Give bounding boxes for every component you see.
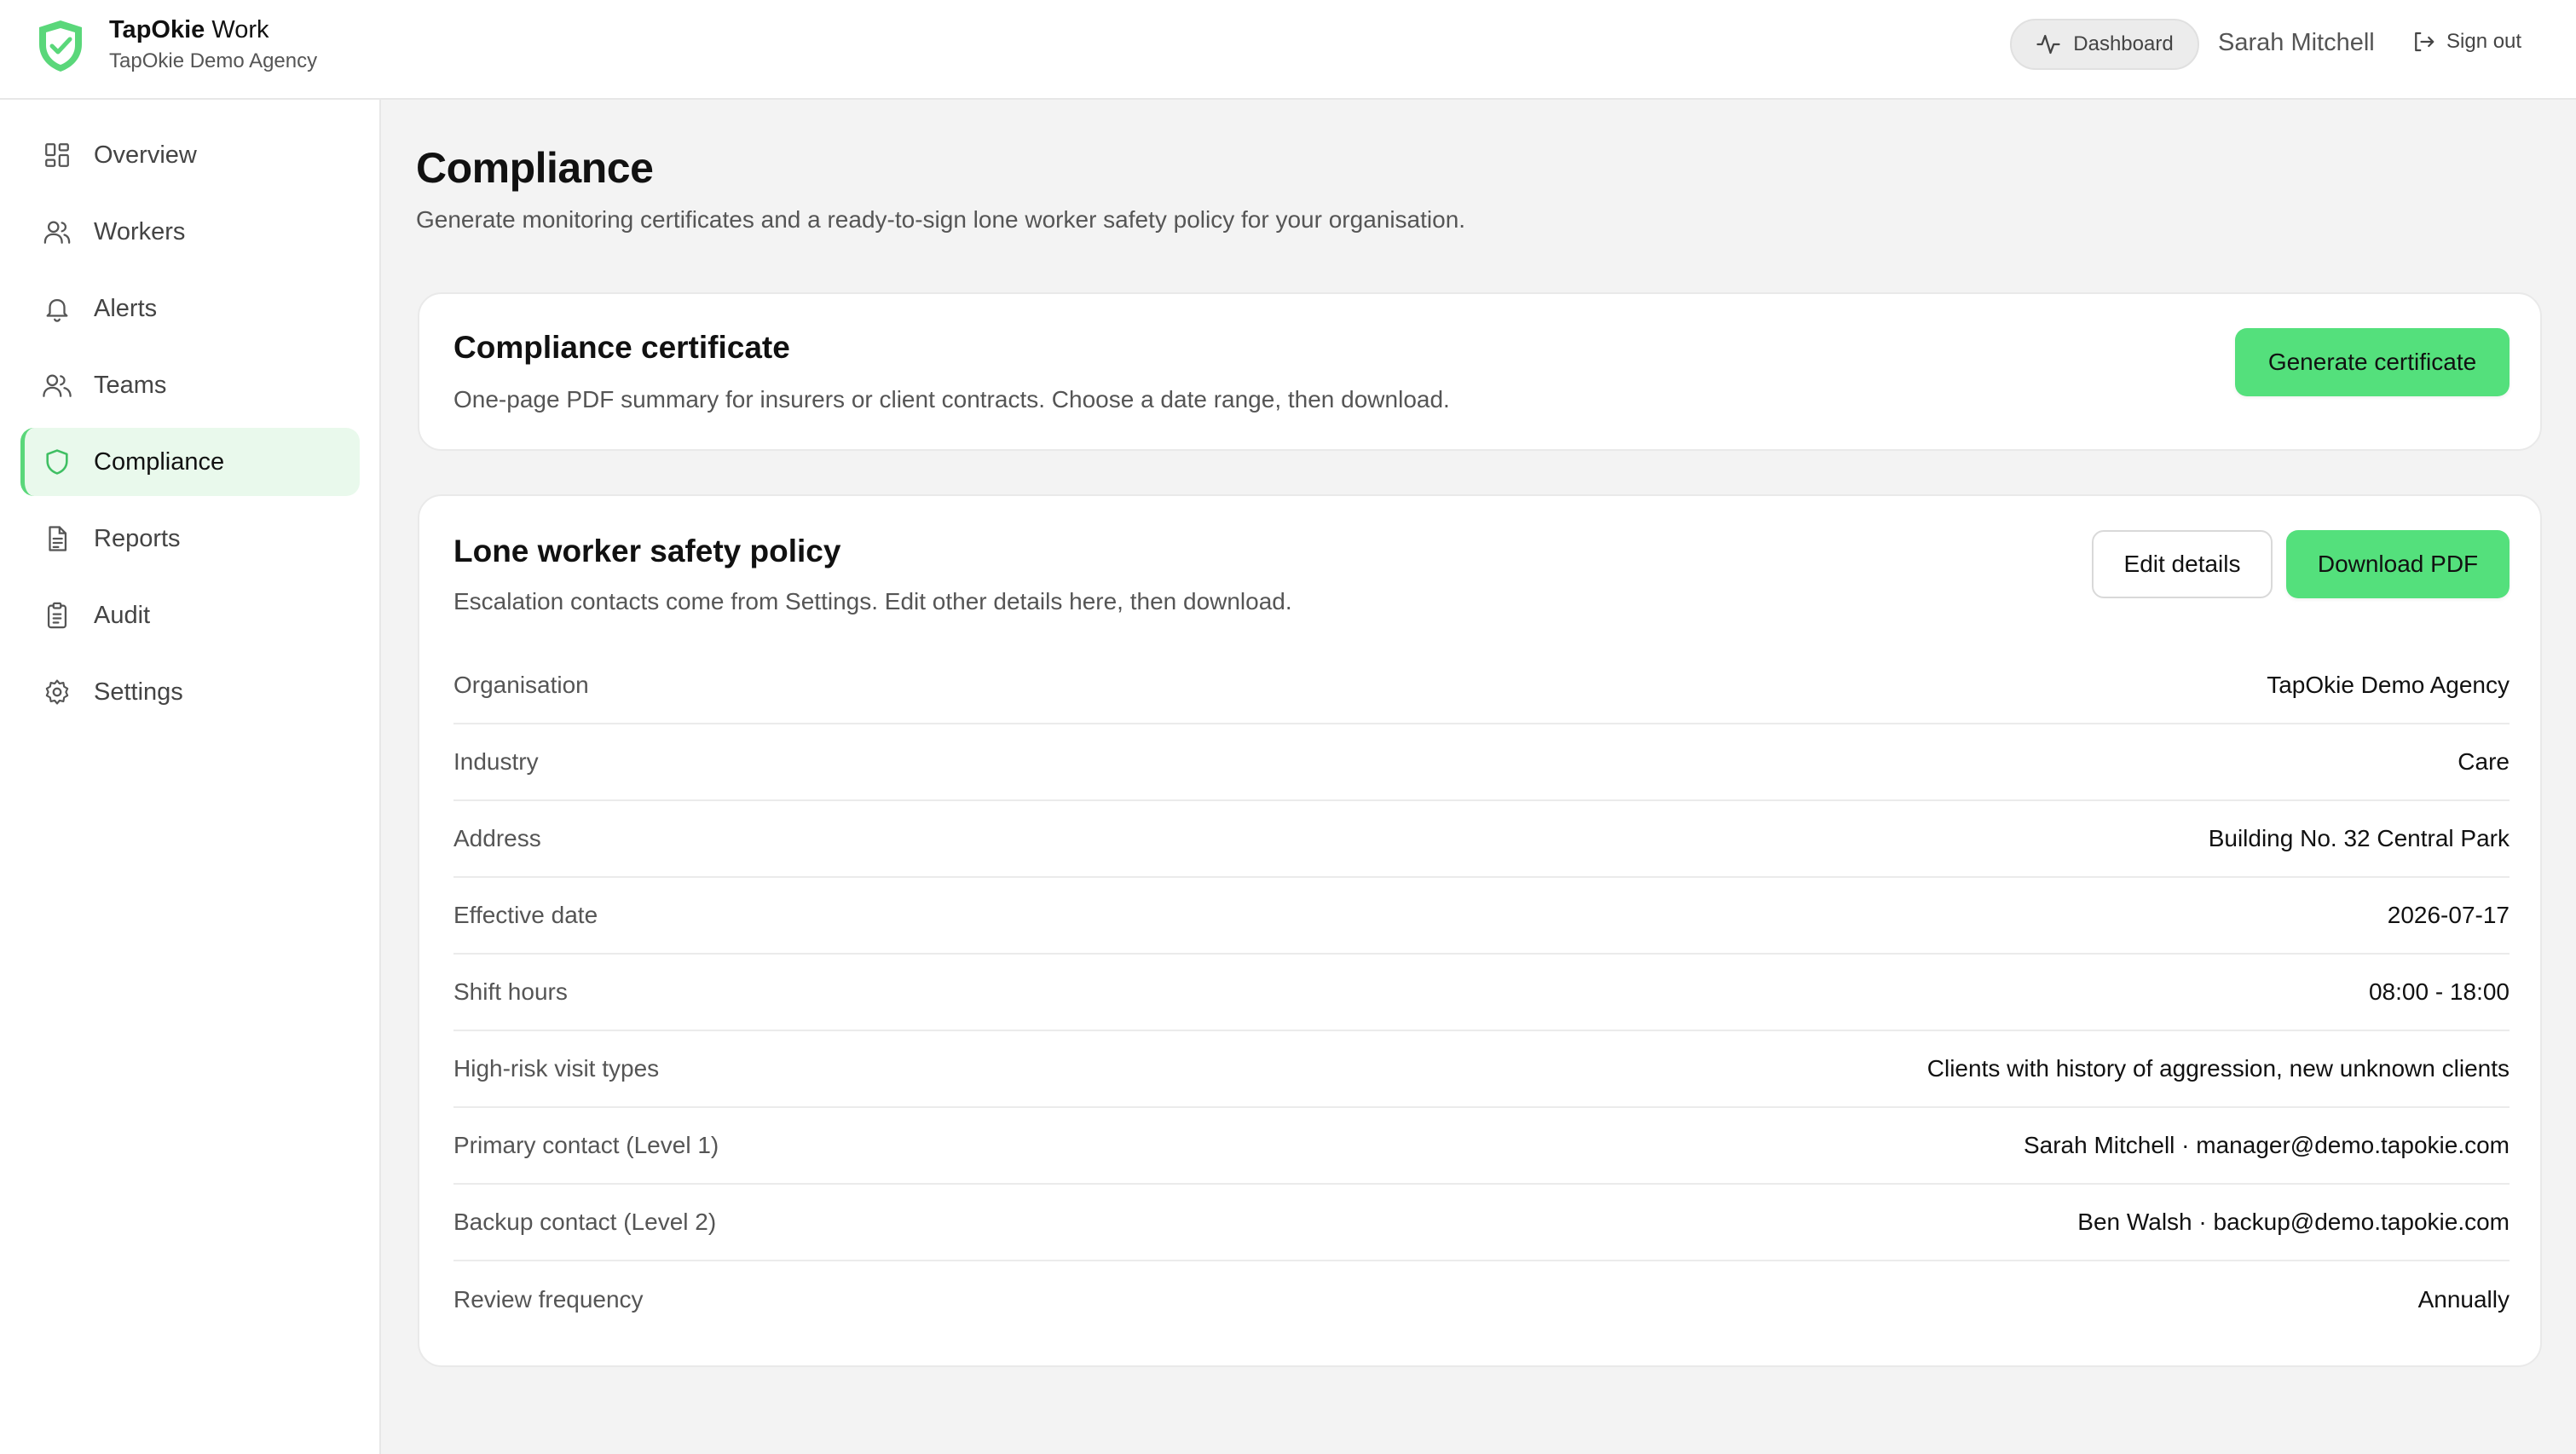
policy-title: Lone worker safety policy: [453, 534, 841, 568]
detail-value: Sarah Mitchell · manager@demo.tapokie.co…: [2023, 1132, 2510, 1158]
sidebar-item-label: Alerts: [94, 294, 158, 322]
generate-certificate-button[interactable]: Generate certificate: [2235, 328, 2510, 396]
shield-check-logo-icon[interactable]: [36, 19, 85, 73]
document-icon: [49, 526, 67, 551]
detail-label: Backup contact (Level 2): [453, 1209, 717, 1235]
users-icon: [43, 221, 71, 244]
detail-label: Address: [453, 825, 541, 851]
top-header: TapOkie Work TapOkie Demo Agency Dashboa…: [0, 0, 2576, 100]
detail-label: Primary contact (Level 1): [453, 1132, 719, 1158]
shield-icon: [46, 449, 68, 475]
sidebar-item-label: Overview: [94, 141, 197, 169]
gear-icon: [45, 679, 69, 705]
policy-details-list: Organisation TapOkie Demo Agency Industr…: [453, 648, 2510, 1338]
team-icon: [43, 374, 72, 397]
sidebar-item-settings[interactable]: Settings: [20, 658, 360, 726]
detail-label: Organisation: [453, 672, 589, 698]
detail-row-backup-contact: Backup contact (Level 2) Ben Walsh · bac…: [453, 1185, 2510, 1261]
certificate-title: Compliance certificate: [453, 330, 790, 365]
detail-label: Industry: [453, 748, 539, 775]
organisation-name: TapOkie Demo Agency: [109, 49, 318, 72]
detail-row-industry: Industry Care: [453, 724, 2510, 801]
sign-out-button[interactable]: Sign out: [2411, 29, 2521, 55]
detail-label: High-risk visit types: [453, 1055, 660, 1082]
detail-value: Ben Walsh · backup@demo.tapokie.com: [2077, 1209, 2510, 1235]
detail-label: Shift hours: [453, 978, 568, 1005]
brand-name: TapOkie: [109, 16, 205, 43]
detail-value: Building No. 32 Central Park: [2208, 825, 2510, 851]
detail-row-review-frequency: Review frequency Annually: [453, 1261, 2510, 1338]
policy-description: Escalation contacts come from Settings. …: [453, 588, 1292, 614]
detail-row-address: Address Building No. 32 Central Park: [453, 801, 2510, 878]
detail-row-organisation: Organisation TapOkie Demo Agency: [453, 648, 2510, 724]
sidebar-item-workers[interactable]: Workers: [20, 198, 360, 266]
lone-worker-policy-card: Lone worker safety policy Escalation con…: [418, 494, 2542, 1367]
clipboard-icon: [47, 602, 67, 629]
sidebar-item-alerts[interactable]: Alerts: [20, 274, 360, 343]
page-title: Compliance: [416, 144, 654, 192]
compliance-certificate-card: Compliance certificate One-page PDF summ…: [418, 292, 2542, 451]
sidebar-item-overview[interactable]: Overview: [20, 121, 360, 189]
sidebar-item-label: Reports: [94, 524, 181, 552]
detail-label: Effective date: [453, 902, 598, 928]
bell-icon: [46, 298, 68, 322]
detail-row-high-risk-visits: High-risk visit types Clients with histo…: [453, 1031, 2510, 1108]
sidebar-item-audit[interactable]: Audit: [20, 581, 360, 649]
detail-row-primary-contact: Primary contact (Level 1) Sarah Mitchell…: [453, 1108, 2510, 1185]
detail-label: Review frequency: [453, 1286, 644, 1313]
detail-row-effective-date: Effective date 2026-07-17: [453, 878, 2510, 955]
detail-row-shift-hours: Shift hours 08:00 - 18:00: [453, 955, 2510, 1031]
brand-title: TapOkie Work: [109, 15, 269, 44]
sidebar-item-label: Workers: [94, 217, 186, 245]
grid-icon: [45, 143, 69, 167]
sidebar-item-reports[interactable]: Reports: [20, 505, 360, 573]
sign-out-icon: [2415, 32, 2434, 52]
sidebar-item-label: Audit: [94, 601, 151, 629]
sidebar: Overview Workers Alerts Teams Compliance: [0, 100, 381, 1454]
user-name: Sarah Mitchell: [2218, 29, 2375, 56]
sign-out-label: Sign out: [2446, 30, 2522, 53]
dashboard-button[interactable]: Dashboard: [2010, 19, 2199, 70]
certificate-description: One-page PDF summary for insurers or cli…: [453, 386, 1450, 413]
page-subtitle: Generate monitoring certificates and a r…: [416, 206, 1466, 233]
detail-value: 08:00 - 18:00: [2368, 978, 2510, 1005]
detail-value: TapOkie Demo Agency: [2267, 672, 2510, 698]
sidebar-item-compliance[interactable]: Compliance: [20, 428, 360, 496]
edit-details-button[interactable]: Edit details: [2092, 530, 2273, 598]
detail-value: Annually: [2417, 1286, 2510, 1313]
sidebar-item-teams[interactable]: Teams: [20, 351, 360, 419]
sidebar-item-label: Teams: [94, 371, 167, 399]
brand-suffix: Work: [211, 16, 269, 43]
download-pdf-button[interactable]: Download PDF: [2286, 530, 2510, 598]
detail-value: Clients with history of aggression, new …: [1926, 1055, 2510, 1082]
detail-value: Care: [2458, 748, 2510, 775]
detail-value: 2026-07-17: [2387, 902, 2510, 928]
activity-icon: [2036, 34, 2060, 55]
dashboard-label: Dashboard: [2073, 32, 2174, 55]
sidebar-item-label: Settings: [94, 678, 183, 706]
sidebar-item-label: Compliance: [94, 447, 225, 476]
